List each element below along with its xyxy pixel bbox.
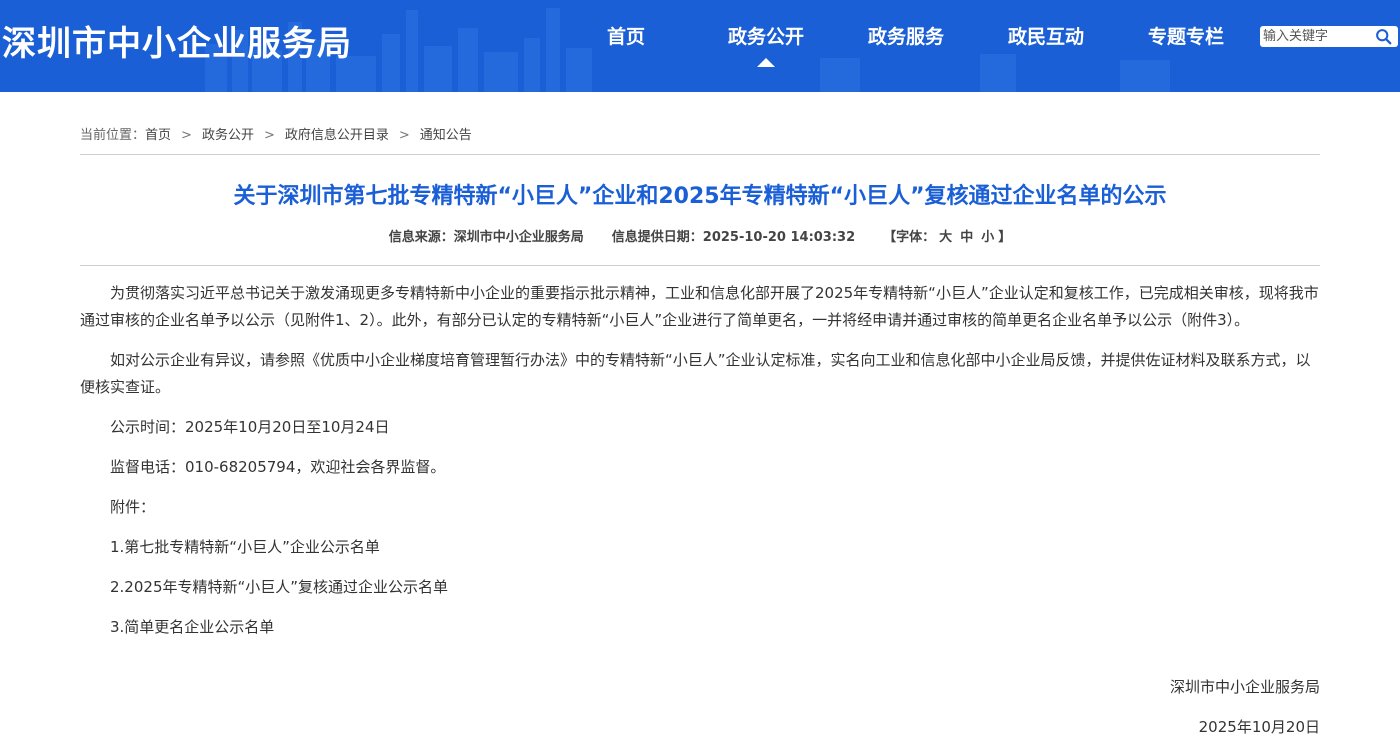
- attachment-link[interactable]: 3.简单更名企业公示名单: [80, 614, 1320, 641]
- font-size-large-button[interactable]: 大: [939, 230, 952, 245]
- paragraph: 监督电话：010-68205794，欢迎社会各界监督。: [110, 458, 446, 476]
- attachment-link[interactable]: 1.第七批专精特新“小巨人”企业公示名单: [80, 534, 1320, 561]
- nav-item-government-affairs[interactable]: 政务公开: [706, 22, 826, 67]
- breadcrumb-home[interactable]: 首页: [145, 128, 171, 143]
- nav-item-public-interaction[interactable]: 政民互动: [986, 22, 1106, 49]
- site-title[interactable]: 深圳市中小企业服务局: [2, 16, 352, 65]
- search-input[interactable]: [1260, 26, 1373, 47]
- nav-item-government-services[interactable]: 政务服务: [846, 22, 966, 49]
- divider: [80, 265, 1320, 266]
- breadcrumb-separator: >: [181, 128, 192, 143]
- paragraph: 附件：: [110, 498, 156, 516]
- nav-item-special-topics[interactable]: 专题专栏: [1126, 22, 1246, 49]
- paragraph: 公示时间：2025年10月20日至10月24日: [110, 418, 390, 436]
- breadcrumb-info-catalog[interactable]: 政府信息公开目录: [285, 128, 389, 143]
- font-size-label: 【字体：: [883, 230, 936, 245]
- breadcrumb-notices[interactable]: 通知公告: [420, 128, 472, 143]
- date-label: 信息提供日期：: [611, 230, 703, 245]
- breadcrumb-separator: >: [263, 128, 275, 143]
- site-header: 深圳市中小企业服务局 首页 政务公开 政务服务 政民互动 专题专栏: [0, 0, 1400, 92]
- breadcrumb-prefix: 当前位置：: [80, 128, 146, 143]
- search-icon[interactable]: [1375, 28, 1392, 45]
- font-size-close: 】: [998, 230, 1012, 245]
- search-box: [1260, 26, 1398, 47]
- paragraph: 为贯彻落实习近平总书记关于激发涌现更多专精特新中小企业的重要指示批示精神，工业和…: [80, 284, 1319, 329]
- breadcrumb-government-affairs[interactable]: 政务公开: [202, 128, 254, 143]
- sign-date: 2025年10月20日: [1198, 718, 1320, 736]
- source-value: 深圳市中小企业服务局: [453, 230, 584, 245]
- source-label: 信息来源：: [388, 230, 454, 245]
- article-body: 为贯彻落实习近平总书记关于激发涌现更多专精特新中小企业的重要指示批示精神，工业和…: [80, 280, 1320, 654]
- signature: 深圳市中小企业服务局: [1169, 678, 1320, 696]
- date-value: 2025-10-20 14:03:32: [702, 230, 856, 245]
- font-size-medium-button[interactable]: 中: [960, 230, 973, 245]
- divider: [80, 154, 1320, 155]
- attachment-link[interactable]: 2.2025年专精特新“小巨人”复核通过企业公示名单: [80, 574, 1320, 601]
- paragraph: 如对公示企业有异议，请参照《优质中小企业梯度培育管理暂行办法》中的专精特新“小巨…: [80, 351, 1311, 396]
- article-title: 关于深圳市第七批专精特新“小巨人”企业和2025年专精特新“小巨人”复核通过企业…: [233, 184, 1167, 209]
- font-size-small-button[interactable]: 小: [981, 230, 994, 245]
- nav-item-home[interactable]: 首页: [566, 22, 686, 49]
- breadcrumb-separator: >: [398, 128, 410, 143]
- article-meta: 信息来源：深圳市中小企业服务局 信息提供日期：2025-10-20 14:03:3…: [80, 226, 1320, 245]
- breadcrumb: 当前位置：首页 > 政务公开 > 政府信息公开目录 > 通知公告: [80, 124, 472, 143]
